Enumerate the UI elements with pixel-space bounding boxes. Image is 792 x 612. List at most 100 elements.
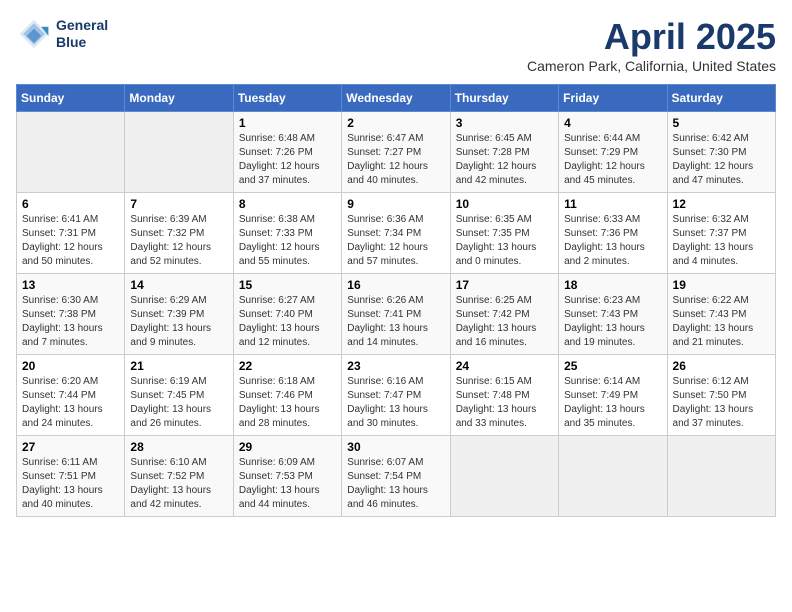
day-info: Sunrise: 6:25 AMSunset: 7:42 PMDaylight:… xyxy=(456,294,553,350)
day-info: Sunrise: 6:22 AMSunset: 7:43 PMDaylight:… xyxy=(673,294,770,350)
day-number: 19 xyxy=(673,278,770,292)
calendar-cell: 2 Sunrise: 6:47 AMSunset: 7:27 PMDaylight… xyxy=(342,112,450,193)
day-number: 4 xyxy=(564,116,661,130)
day-number: 29 xyxy=(239,440,336,454)
day-number: 16 xyxy=(347,278,444,292)
day-number: 27 xyxy=(22,440,119,454)
calendar-week-row: 1 Sunrise: 6:48 AMSunset: 7:26 PMDaylight… xyxy=(17,112,776,193)
day-info: Sunrise: 6:07 AMSunset: 7:54 PMDaylight:… xyxy=(347,456,444,512)
calendar-header-thursday: Thursday xyxy=(450,85,558,112)
day-info: Sunrise: 6:18 AMSunset: 7:46 PMDaylight:… xyxy=(239,375,336,431)
day-number: 20 xyxy=(22,359,119,373)
calendar-cell: 20 Sunrise: 6:20 AMSunset: 7:44 PMDayligh… xyxy=(17,355,125,436)
day-number: 8 xyxy=(239,197,336,211)
day-number: 15 xyxy=(239,278,336,292)
calendar-header-sunday: Sunday xyxy=(17,85,125,112)
day-info: Sunrise: 6:16 AMSunset: 7:47 PMDaylight:… xyxy=(347,375,444,431)
calendar-cell: 12 Sunrise: 6:32 AMSunset: 7:37 PMDayligh… xyxy=(667,193,775,274)
calendar-cell: 9Sunrise: 6:36 AMSunset: 7:34 PMDaylight… xyxy=(342,193,450,274)
day-info: Sunrise: 6:30 AMSunset: 7:38 PMDaylight:… xyxy=(22,294,119,350)
main-title: April 2025 xyxy=(527,16,776,58)
day-number: 14 xyxy=(130,278,227,292)
day-info: Sunrise: 6:29 AMSunset: 7:39 PMDaylight:… xyxy=(130,294,227,350)
day-info: Sunrise: 6:12 AMSunset: 7:50 PMDaylight:… xyxy=(673,375,770,431)
calendar-cell: 22 Sunrise: 6:18 AMSunset: 7:46 PMDayligh… xyxy=(233,355,341,436)
calendar-week-row: 20 Sunrise: 6:20 AMSunset: 7:44 PMDayligh… xyxy=(17,355,776,436)
day-number: 25 xyxy=(564,359,661,373)
day-number: 1 xyxy=(239,116,336,130)
calendar-cell: 1 Sunrise: 6:48 AMSunset: 7:26 PMDaylight… xyxy=(233,112,341,193)
logo-icon xyxy=(16,16,52,52)
day-info: Sunrise: 6:38 AMSunset: 7:33 PMDaylight:… xyxy=(239,213,336,269)
calendar-cell: 7 Sunrise: 6:39 AMSunset: 7:32 PMDaylight… xyxy=(125,193,233,274)
calendar-cell xyxy=(667,436,775,517)
logo-text: General Blue xyxy=(56,17,108,51)
day-number: 13 xyxy=(22,278,119,292)
calendar-week-row: 27Sunrise: 6:11 AMSunset: 7:51 PMDayligh… xyxy=(17,436,776,517)
calendar-cell: 5 Sunrise: 6:42 AMSunset: 7:30 PMDaylight… xyxy=(667,112,775,193)
day-info: Sunrise: 6:42 AMSunset: 7:30 PMDaylight:… xyxy=(673,132,770,188)
calendar-cell: 21 Sunrise: 6:19 AMSunset: 7:45 PMDayligh… xyxy=(125,355,233,436)
calendar-header-saturday: Saturday xyxy=(667,85,775,112)
calendar-cell: 8 Sunrise: 6:38 AMSunset: 7:33 PMDaylight… xyxy=(233,193,341,274)
day-number: 28 xyxy=(130,440,227,454)
calendar-cell: 4Sunrise: 6:44 AMSunset: 7:29 PMDaylight… xyxy=(559,112,667,193)
day-info: Sunrise: 6:23 AMSunset: 7:43 PMDaylight:… xyxy=(564,294,661,350)
calendar-cell: 16 Sunrise: 6:26 AMSunset: 7:41 PMDayligh… xyxy=(342,274,450,355)
logo: General Blue xyxy=(16,16,108,52)
day-info: Sunrise: 6:26 AMSunset: 7:41 PMDaylight:… xyxy=(347,294,444,350)
day-info: Sunrise: 6:27 AMSunset: 7:40 PMDaylight:… xyxy=(239,294,336,350)
day-info: Sunrise: 6:20 AMSunset: 7:44 PMDaylight:… xyxy=(22,375,119,431)
day-number: 17 xyxy=(456,278,553,292)
day-info: Sunrise: 6:47 AMSunset: 7:27 PMDaylight:… xyxy=(347,132,444,188)
day-number: 21 xyxy=(130,359,227,373)
day-info: Sunrise: 6:35 AMSunset: 7:35 PMDaylight:… xyxy=(456,213,553,269)
calendar-cell: 13 Sunrise: 6:30 AMSunset: 7:38 PMDayligh… xyxy=(17,274,125,355)
day-number: 11 xyxy=(564,197,661,211)
day-number: 22 xyxy=(239,359,336,373)
day-number: 12 xyxy=(673,197,770,211)
calendar-header-row: SundayMondayTuesdayWednesdayThursdayFrid… xyxy=(17,85,776,112)
calendar-header-friday: Friday xyxy=(559,85,667,112)
calendar-cell: 25 Sunrise: 6:14 AMSunset: 7:49 PMDayligh… xyxy=(559,355,667,436)
calendar-cell: 3Sunrise: 6:45 AMSunset: 7:28 PMDaylight… xyxy=(450,112,558,193)
subtitle: Cameron Park, California, United States xyxy=(527,58,776,74)
calendar-header-tuesday: Tuesday xyxy=(233,85,341,112)
day-info: Sunrise: 6:39 AMSunset: 7:32 PMDaylight:… xyxy=(130,213,227,269)
day-number: 18 xyxy=(564,278,661,292)
calendar-cell xyxy=(125,112,233,193)
day-info: Sunrise: 6:33 AMSunset: 7:36 PMDaylight:… xyxy=(564,213,661,269)
day-info: Sunrise: 6:41 AMSunset: 7:31 PMDaylight:… xyxy=(22,213,119,269)
calendar-cell xyxy=(450,436,558,517)
calendar-cell xyxy=(17,112,125,193)
calendar-table: SundayMondayTuesdayWednesdayThursdayFrid… xyxy=(16,84,776,517)
day-info: Sunrise: 6:45 AMSunset: 7:28 PMDaylight:… xyxy=(456,132,553,188)
calendar-week-row: 6 Sunrise: 6:41 AMSunset: 7:31 PMDaylight… xyxy=(17,193,776,274)
calendar-cell: 28 Sunrise: 6:10 AMSunset: 7:52 PMDayligh… xyxy=(125,436,233,517)
calendar-cell: 14 Sunrise: 6:29 AMSunset: 7:39 PMDayligh… xyxy=(125,274,233,355)
calendar-cell: 17 Sunrise: 6:25 AMSunset: 7:42 PMDayligh… xyxy=(450,274,558,355)
day-info: Sunrise: 6:15 AMSunset: 7:48 PMDaylight:… xyxy=(456,375,553,431)
day-info: Sunrise: 6:10 AMSunset: 7:52 PMDaylight:… xyxy=(130,456,227,512)
day-number: 2 xyxy=(347,116,444,130)
day-number: 7 xyxy=(130,197,227,211)
calendar-header-monday: Monday xyxy=(125,85,233,112)
day-number: 5 xyxy=(673,116,770,130)
calendar-cell: 11 Sunrise: 6:33 AMSunset: 7:36 PMDayligh… xyxy=(559,193,667,274)
calendar-cell: 6 Sunrise: 6:41 AMSunset: 7:31 PMDaylight… xyxy=(17,193,125,274)
calendar-cell: 23 Sunrise: 6:16 AMSunset: 7:47 PMDayligh… xyxy=(342,355,450,436)
day-info: Sunrise: 6:32 AMSunset: 7:37 PMDaylight:… xyxy=(673,213,770,269)
day-number: 10 xyxy=(456,197,553,211)
day-number: 26 xyxy=(673,359,770,373)
calendar-cell: 27Sunrise: 6:11 AMSunset: 7:51 PMDayligh… xyxy=(17,436,125,517)
day-number: 23 xyxy=(347,359,444,373)
day-info: Sunrise: 6:14 AMSunset: 7:49 PMDaylight:… xyxy=(564,375,661,431)
day-info: Sunrise: 6:48 AMSunset: 7:26 PMDaylight:… xyxy=(239,132,336,188)
day-info: Sunrise: 6:09 AMSunset: 7:53 PMDaylight:… xyxy=(239,456,336,512)
page-header: General Blue April 2025 Cameron Park, Ca… xyxy=(16,16,776,74)
calendar-header-wednesday: Wednesday xyxy=(342,85,450,112)
day-info: Sunrise: 6:36 AMSunset: 7:34 PMDaylight:… xyxy=(347,213,444,269)
day-number: 6 xyxy=(22,197,119,211)
day-info: Sunrise: 6:19 AMSunset: 7:45 PMDaylight:… xyxy=(130,375,227,431)
calendar-cell: 30Sunrise: 6:07 AMSunset: 7:54 PMDayligh… xyxy=(342,436,450,517)
